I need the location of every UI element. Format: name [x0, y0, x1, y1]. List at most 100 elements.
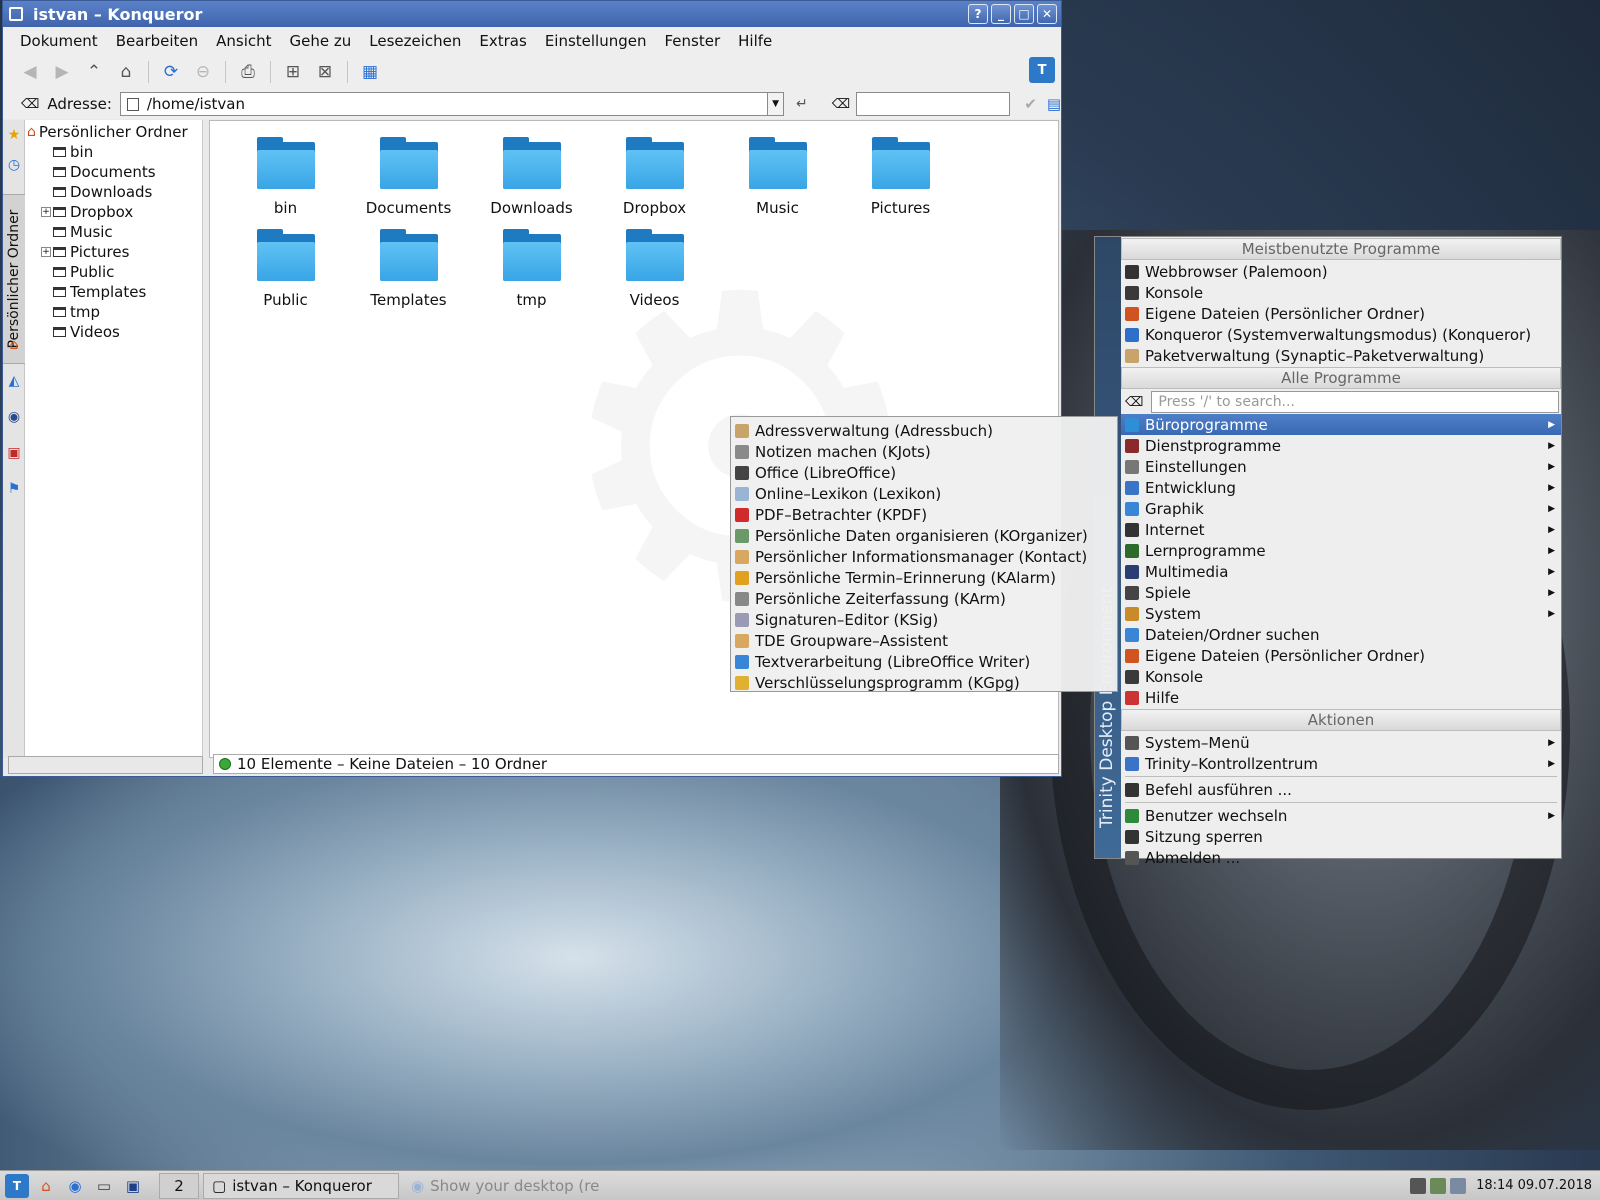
submenu-item[interactable]: PDF–Betrachter (KPDF) — [731, 504, 1117, 525]
home-icon[interactable]: ⌂ — [113, 59, 139, 85]
clock[interactable]: 18:14 — [1476, 1178, 1513, 1193]
print-icon[interactable]: ⎙ — [235, 59, 261, 85]
folder-item[interactable]: Documents — [347, 133, 470, 225]
history-clock-icon[interactable]: ◷ — [3, 150, 25, 180]
tree-item[interactable]: Videos — [25, 322, 202, 342]
submenu-item[interactable]: TDE Groupware–Assistent — [731, 630, 1117, 651]
tde-menu-icon[interactable]: T — [5, 1173, 29, 1198]
expand-icon[interactable]: + — [41, 207, 51, 217]
tree-item[interactable]: bin — [25, 142, 202, 162]
home-folder-icon[interactable]: ⌂ — [3, 330, 25, 360]
clear-location-icon[interactable]: ⌫ — [21, 97, 39, 112]
window-titlebar[interactable]: istvan – Konqueror ? _ □ ✕ — [3, 1, 1061, 27]
start-menu-item[interactable]: Spiele ▶ — [1121, 582, 1561, 603]
tree-item[interactable]: + Pictures — [25, 242, 202, 262]
submenu-item[interactable]: Persönlicher Informationsmanager (Kontac… — [731, 546, 1117, 567]
tree-root-home[interactable]: ⌂ Persönlicher Ordner — [25, 122, 202, 142]
address-input[interactable]: /home/istvan — [119, 92, 769, 116]
tree-item[interactable]: Music — [25, 222, 202, 242]
start-menu-item[interactable]: Internet ▶ — [1121, 519, 1561, 540]
window-menu-icon[interactable] — [9, 7, 23, 21]
tree-item[interactable]: Templates — [25, 282, 202, 302]
folder-item[interactable]: tmp — [470, 225, 593, 317]
start-menu-item[interactable]: Eigene Dateien (Persönlicher Ordner) — [1121, 645, 1561, 666]
start-menu-item[interactable]: Entwicklung ▶ — [1121, 477, 1561, 498]
forward-icon[interactable]: ▶ — [49, 59, 75, 85]
start-menu-item[interactable]: Hilfe — [1121, 687, 1561, 708]
start-menu-item[interactable]: Trinity–Kontrollzentrum ▶ — [1121, 753, 1561, 774]
folder-item[interactable]: Dropbox — [593, 133, 716, 225]
menu-einstellungen[interactable]: Einstellungen — [536, 32, 656, 50]
start-menu-item[interactable]: Büroprogramme ▶ — [1121, 414, 1561, 435]
submenu-item[interactable]: Textverarbeitung (LibreOffice Writer) — [731, 651, 1117, 672]
menu-dokument[interactable]: Dokument — [11, 32, 107, 50]
search-go-icon[interactable]: ✔ — [1024, 95, 1037, 113]
media-icon[interactable]: ◭ — [3, 366, 25, 396]
menu-hilfe[interactable]: Hilfe — [729, 32, 781, 50]
tree-item[interactable]: Downloads — [25, 182, 202, 202]
show-desktop-icon[interactable]: ▣ — [121, 1174, 145, 1198]
start-menu-item[interactable]: Paketverwaltung (Synaptic–Paketverwaltun… — [1121, 345, 1561, 366]
go-icon[interactable]: ↵ — [796, 96, 808, 112]
terminal-launcher-icon[interactable]: ▭ — [92, 1174, 116, 1198]
start-menu-item[interactable]: Befehl ausführen ... — [1121, 779, 1561, 800]
minimize-button[interactable]: _ — [991, 4, 1011, 24]
desktop-pager[interactable]: 2 — [159, 1172, 199, 1199]
tree-item[interactable]: Public — [25, 262, 202, 282]
folder-item[interactable]: Pictures — [839, 133, 962, 225]
start-menu-item[interactable]: Konsole — [1121, 282, 1561, 303]
close-button[interactable]: ✕ — [1037, 4, 1057, 24]
bookmarks-star-icon[interactable]: ★ — [3, 120, 25, 150]
folder-item[interactable]: Videos — [593, 225, 716, 317]
menu-extras[interactable]: Extras — [470, 32, 535, 50]
battery-icon[interactable] — [1410, 1177, 1427, 1194]
up-icon[interactable]: ⌃ — [81, 59, 107, 85]
folder-item[interactable]: Music — [716, 133, 839, 225]
folder-item[interactable]: Downloads — [470, 133, 593, 225]
stop-icon[interactable]: ⊖ — [190, 59, 216, 85]
home-launcher-icon[interactable]: ⌂ — [34, 1174, 58, 1198]
task-konqueror[interactable]: ▢ istvan – Konqueror — [203, 1172, 399, 1199]
tree-item[interactable]: Documents — [25, 162, 202, 182]
start-menu-item[interactable]: Einstellungen ▶ — [1121, 456, 1561, 477]
submenu-item[interactable]: Verschlüsselungsprogramm (KGpg) — [731, 672, 1117, 693]
menu-gehe-zu[interactable]: Gehe zu — [281, 32, 361, 50]
folder-item[interactable]: Public — [224, 225, 347, 317]
flag-icon[interactable]: ⚑ — [3, 474, 25, 504]
view-mode-icon[interactable]: ▦ — [357, 59, 383, 85]
submenu-item[interactable]: Office (LibreOffice) — [731, 462, 1117, 483]
task-show-desktop[interactable]: ◉ Show your desktop (reb — [403, 1173, 599, 1199]
clear-search-icon[interactable]: ⌫ — [1125, 395, 1143, 410]
submenu-item[interactable]: Persönliche Daten organisieren (KOrganiz… — [731, 525, 1117, 546]
start-menu-item[interactable]: Abmelden ... — [1121, 847, 1561, 868]
start-menu-item[interactable]: Benutzer wechseln ▶ — [1121, 805, 1561, 826]
browser-launcher-icon[interactable]: ◉ — [63, 1174, 87, 1198]
tree-item[interactable]: + Dropbox — [25, 202, 202, 222]
tree-item[interactable]: tmp — [25, 302, 202, 322]
network-icon[interactable]: ◉ — [3, 402, 25, 432]
help-button[interactable]: ? — [968, 4, 988, 24]
start-menu-item[interactable]: System–Menü ▶ — [1121, 732, 1561, 753]
start-menu-search-input[interactable]: Press '/' to search... — [1151, 391, 1560, 413]
zoom-out-icon[interactable]: ⊠ — [312, 59, 338, 85]
search-input[interactable] — [856, 92, 1011, 116]
start-menu-item[interactable]: Multimedia ▶ — [1121, 561, 1561, 582]
volume-icon[interactable] — [1450, 1177, 1467, 1194]
start-menu-item[interactable]: Sitzung sperren — [1121, 826, 1561, 847]
submenu-item[interactable]: Online–Lexikon (Lexikon) — [731, 483, 1117, 504]
submenu-item[interactable]: Adressverwaltung (Adressbuch) — [731, 420, 1117, 441]
start-menu-item[interactable]: Eigene Dateien (Persönlicher Ordner) — [1121, 303, 1561, 324]
menu-fenster[interactable]: Fenster — [656, 32, 730, 50]
clear-search-icon[interactable]: ⌫ — [832, 97, 850, 112]
menu-lesezeichen[interactable]: Lesezeichen — [360, 32, 470, 50]
zoom-in-icon[interactable]: ⊞ — [280, 59, 306, 85]
address-dropdown-button[interactable]: ▼ — [768, 92, 784, 116]
date[interactable]: 09.07.2018 — [1518, 1178, 1592, 1193]
submenu-item[interactable]: Notizen machen (KJots) — [731, 441, 1117, 462]
back-icon[interactable]: ◀ — [17, 59, 43, 85]
start-menu-item[interactable]: Dienstprogramme ▶ — [1121, 435, 1561, 456]
folder-item[interactable]: Templates — [347, 225, 470, 317]
start-menu-item[interactable]: Dateien/Ordner suchen — [1121, 624, 1561, 645]
start-menu-item[interactable]: System ▶ — [1121, 603, 1561, 624]
menu-bearbeiten[interactable]: Bearbeiten — [107, 32, 207, 50]
